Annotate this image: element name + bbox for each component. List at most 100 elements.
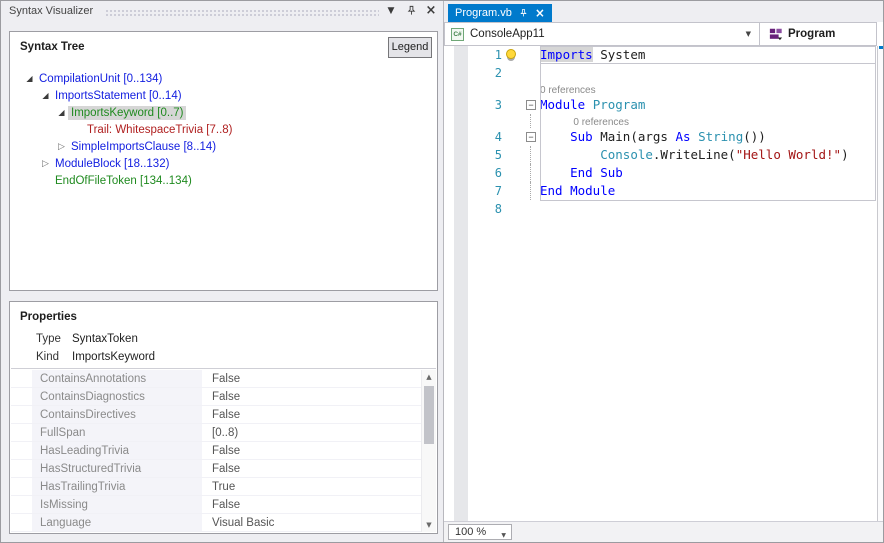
code-line: 2 — [444, 64, 877, 82]
property-value: True — [202, 478, 235, 495]
project-dropdown[interactable]: C# ConsoleApp11 ▼ — [445, 23, 760, 45]
member-dropdown[interactable]: Program — [760, 23, 835, 45]
code-editor[interactable]: 1Imports System20 references3−Module Pro… — [444, 46, 884, 521]
properties-scrollbar[interactable]: ▲ ▼ — [421, 370, 436, 532]
scrollbar-thumb[interactable] — [424, 386, 434, 444]
property-row[interactable]: FullSpan[0..8) — [11, 424, 421, 442]
outlining-margin: − — [524, 96, 540, 114]
tree-node[interactable]: ▷ModuleBlock [18..132) — [11, 155, 436, 172]
property-row[interactable]: ContainsAnnotationsFalse — [11, 370, 421, 388]
property-value: False — [202, 442, 240, 459]
editor-bottom-bar: 100 % ▼ — [444, 521, 884, 542]
type-row: TypeSyntaxToken — [10, 330, 437, 348]
line-number: 3 — [462, 96, 502, 114]
type-label: Type — [36, 330, 72, 348]
expanded-triangle-icon[interactable]: ◢ — [39, 91, 52, 100]
code-token: As — [675, 129, 690, 144]
outlining-margin — [524, 146, 540, 164]
line-gutter — [444, 114, 524, 128]
kind-row: KindImportsKeyword — [10, 348, 437, 366]
code-token: String — [698, 129, 743, 144]
syntax-tree: ◢CompilationUnit [0..134)◢ImportsStateme… — [11, 70, 436, 289]
app-window: Syntax Visualizer ▼ × Syntax Tree Legend… — [0, 0, 884, 543]
line-number: 4 — [462, 128, 502, 146]
tree-node[interactable]: ◢ImportsStatement [0..14) — [11, 87, 436, 104]
code-line: 6 End Sub — [444, 164, 877, 182]
tree-node[interactable]: Trail: WhitespaceTrivia [7..8) — [11, 121, 436, 138]
property-row[interactable]: HasLeadingTriviaFalse — [11, 442, 421, 460]
editor-scrollbar[interactable] — [877, 46, 884, 521]
zoom-dropdown[interactable]: 100 % ▼ — [448, 524, 512, 540]
line-number: 5 — [462, 146, 502, 164]
titlebar-grip — [105, 9, 379, 16]
code-text: End Sub — [540, 164, 877, 182]
collapsed-triangle-icon[interactable]: ▷ — [39, 159, 52, 169]
property-value: Visual Basic — [202, 514, 274, 531]
tree-node[interactable]: EndOfFileToken [134..134) — [11, 172, 436, 189]
legend-button[interactable]: Legend — [388, 37, 432, 58]
outlining-margin — [524, 200, 540, 218]
property-value: False — [202, 388, 240, 405]
tool-window-titlebar[interactable]: Syntax Visualizer ▼ × — [1, 1, 443, 22]
navigation-bar: C# ConsoleApp11 ▼ Program — [444, 22, 877, 46]
chevron-down-icon[interactable]: ▼ — [501, 529, 506, 543]
line-gutter: 3 — [444, 96, 524, 114]
close-icon[interactable]: × — [423, 3, 439, 19]
property-row[interactable]: LanguageVisual Basic — [11, 514, 421, 532]
code-line: 5 Console.WriteLine("Hello World!") — [444, 146, 877, 164]
window-position-chevron-icon[interactable]: ▼ — [383, 3, 399, 19]
collapse-region-box[interactable]: − — [526, 100, 536, 110]
code-token: ) — [841, 147, 849, 162]
codelens-row: 0 references — [444, 82, 877, 96]
tree-node[interactable]: ◢CompilationUnit [0..134) — [11, 70, 436, 87]
property-value: False — [202, 496, 240, 513]
property-name: ContainsDiagnostics — [32, 388, 202, 405]
collapse-region-box[interactable]: − — [526, 132, 536, 142]
codelens-text: 0 references — [540, 82, 877, 96]
tree-node-label: ImportsKeyword [0..7) — [68, 106, 186, 120]
property-value: False — [202, 406, 240, 423]
tree-node[interactable]: ▷SimpleImportsClause [8..14) — [11, 138, 436, 155]
code-token — [540, 147, 600, 162]
property-row[interactable]: HasStructuredTriviaFalse — [11, 460, 421, 478]
tree-node-label: ImportsStatement [0..14) — [52, 89, 185, 103]
code-token: Console — [600, 147, 653, 162]
property-row[interactable]: ContainsDiagnosticsFalse — [11, 388, 421, 406]
properties-header: Properties — [20, 311, 77, 323]
project-name: ConsoleApp11 — [470, 28, 545, 40]
expanded-triangle-icon[interactable]: ◢ — [23, 74, 36, 83]
code-line: 8 — [444, 200, 877, 218]
tab-program-vb[interactable]: Program.vb × — [448, 4, 552, 22]
outlining-margin — [524, 82, 540, 96]
code-line: 3 −Module Program — [444, 96, 877, 114]
chevron-down-icon[interactable]: ▼ — [746, 30, 751, 38]
tab-pin-icon[interactable] — [519, 8, 528, 18]
property-row[interactable]: ContainsDirectivesFalse — [11, 406, 421, 424]
lightbulb-icon[interactable] — [506, 49, 516, 59]
scroll-down-icon[interactable]: ▼ — [422, 518, 436, 532]
line-gutter: 2 — [444, 64, 524, 82]
collapsed-triangle-icon[interactable]: ▷ — [55, 142, 68, 152]
tree-node[interactable]: ◢ImportsKeyword [0..7) — [11, 104, 436, 121]
property-row[interactable]: IsMissingFalse — [11, 496, 421, 514]
code-token: Main(args — [593, 129, 676, 144]
line-gutter: 7 — [444, 182, 524, 200]
code-token: Sub — [570, 129, 593, 144]
property-value: False — [202, 460, 240, 477]
tab-close-icon[interactable]: × — [535, 8, 545, 18]
properties-meta: TypeSyntaxToken KindImportsKeyword — [10, 330, 437, 366]
code-text: Module Program — [540, 96, 877, 114]
kind-value: ImportsKeyword — [72, 351, 155, 363]
pin-icon[interactable] — [403, 3, 419, 19]
property-name: HasStructuredTrivia — [32, 460, 202, 477]
code-token — [540, 129, 570, 144]
expanded-triangle-icon[interactable]: ◢ — [55, 108, 68, 117]
scroll-up-icon[interactable]: ▲ — [422, 370, 436, 384]
editor-pane: Program.vb × C# ConsoleApp11 ▼ — [444, 1, 884, 542]
tool-window-title: Syntax Visualizer — [9, 5, 93, 17]
property-row[interactable]: HasTrailingTriviaTrue — [11, 478, 421, 496]
property-name: FullSpan — [32, 424, 202, 441]
line-number: 7 — [462, 182, 502, 200]
code-token: Program — [593, 97, 646, 112]
properties-grid: ContainsAnnotationsFalseContainsDiagnost… — [11, 370, 421, 532]
